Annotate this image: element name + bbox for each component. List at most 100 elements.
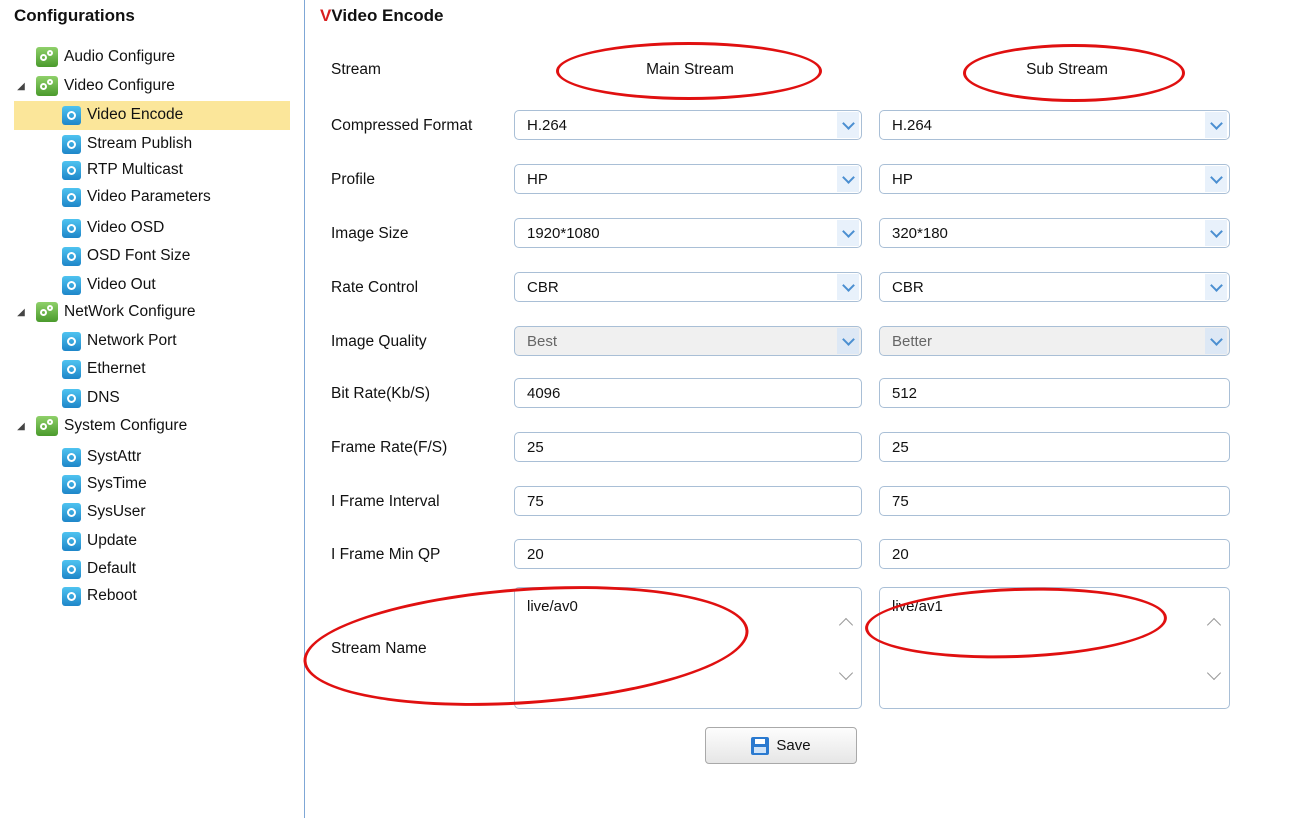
sidebar-item-dns[interactable]: DNS: [62, 385, 120, 411]
sidebar-item-network-port[interactable]: Network Port: [62, 328, 177, 354]
sidebar-item-stream-publish[interactable]: Stream Publish: [62, 131, 192, 157]
gear-icon: [62, 531, 81, 551]
gear-icon: [62, 474, 81, 494]
i-frame-min-qp-label: I Frame Min QP: [331, 546, 441, 563]
expand-arrow-icon[interactable]: ◢: [14, 81, 28, 92]
input-value: 75: [892, 492, 909, 510]
sidebar-item-label: Video Parameters: [87, 188, 211, 205]
sidebar-item-system-configure[interactable]: ◢ System Configure: [14, 413, 187, 439]
gear-icon: [62, 447, 81, 467]
sub-image-size-select[interactable]: 320*180: [879, 218, 1230, 248]
chevron-down-icon[interactable]: [1205, 220, 1227, 246]
sub-frame-rate-input[interactable]: 25: [879, 432, 1230, 462]
sidebar-item-label: SysTime: [87, 475, 147, 492]
main-i-frame-interval-input[interactable]: 75: [514, 486, 862, 516]
scroll-down-icon[interactable]: [1206, 665, 1222, 681]
chevron-down-icon[interactable]: [1205, 166, 1227, 192]
scroll-up-icon[interactable]: [1206, 617, 1222, 633]
compressed-format-label: Compressed Format: [331, 117, 473, 134]
chevron-down-icon[interactable]: [837, 166, 859, 192]
gear-icon: [62, 187, 81, 207]
chevron-down-icon[interactable]: [1205, 274, 1227, 300]
gear-icon: [62, 586, 81, 606]
main-bit-rate-input[interactable]: 4096: [514, 378, 862, 408]
sidebar-item-label: Audio Configure: [64, 48, 176, 65]
input-value: 20: [892, 545, 909, 563]
main-image-size-select[interactable]: 1920*1080: [514, 218, 862, 248]
main-frame-rate-input[interactable]: 25: [514, 432, 862, 462]
sidebar-item-systime[interactable]: SysTime: [62, 471, 147, 497]
sidebar-item-network-configure[interactable]: ◢ NetWork Configure: [14, 299, 196, 325]
chevron-down-icon: [1205, 328, 1227, 354]
sidebar-item-audio-configure[interactable]: Audio Configure: [36, 44, 175, 70]
sidebar-item-ethernet[interactable]: Ethernet: [62, 356, 146, 382]
scroll-up-icon[interactable]: [838, 617, 854, 633]
sidebar-item-update[interactable]: Update: [62, 528, 137, 554]
main-rate-control-select[interactable]: CBR: [514, 272, 862, 302]
gear-icon: [62, 275, 81, 295]
scroll-down-icon[interactable]: [838, 665, 854, 681]
sidebar: Configurations Audio Configure ◢ Video C…: [0, 0, 300, 818]
sub-stream-name-textarea[interactable]: live/av1: [879, 587, 1230, 709]
gear-icon: [62, 105, 81, 125]
sidebar-item-label: Video OSD: [87, 219, 165, 236]
sidebar-item-label: Update: [87, 532, 137, 549]
chevron-down-icon: [837, 328, 859, 354]
sub-bit-rate-input[interactable]: 512: [879, 378, 1230, 408]
sub-rate-control-select[interactable]: CBR: [879, 272, 1230, 302]
panel-divider: [304, 0, 305, 818]
sub-i-frame-min-qp-input[interactable]: 20: [879, 539, 1230, 569]
sidebar-item-label: Reboot: [87, 587, 137, 604]
sub-stream-header: Sub Stream: [1026, 61, 1108, 78]
select-value: 320*180: [892, 224, 948, 242]
i-frame-interval-label: I Frame Interval: [331, 493, 440, 510]
chevron-down-icon[interactable]: [837, 112, 859, 138]
save-button-label: Save: [776, 737, 811, 754]
main-i-frame-min-qp-input[interactable]: 20: [514, 539, 862, 569]
chevron-down-icon[interactable]: [837, 220, 859, 246]
sidebar-item-video-out[interactable]: Video Out: [62, 272, 156, 298]
sidebar-item-label: SysUser: [87, 503, 146, 520]
main-profile-select[interactable]: HP: [514, 164, 862, 194]
bit-rate-label: Bit Rate(Kb/S): [331, 385, 431, 402]
chevron-down-icon[interactable]: [1205, 112, 1227, 138]
select-value: 1920*1080: [527, 224, 600, 242]
sidebar-item-video-parameters[interactable]: Video Parameters: [62, 184, 211, 210]
sub-profile-select[interactable]: HP: [879, 164, 1230, 194]
sidebar-item-rtp-multicast[interactable]: RTP Multicast: [62, 157, 183, 183]
gear-icon: [62, 502, 81, 522]
main-stream-name-textarea[interactable]: live/av0: [514, 587, 862, 709]
sidebar-item-video-encode[interactable]: Video Encode: [62, 102, 183, 128]
gear-icon: [62, 388, 81, 408]
main-compressed-format-select[interactable]: H.264: [514, 110, 862, 140]
input-value: 20: [527, 545, 544, 563]
select-value: HP: [892, 170, 913, 188]
floppy-disk-icon: [751, 736, 770, 755]
sub-i-frame-interval-input[interactable]: 75: [879, 486, 1230, 516]
select-value: H.264: [892, 116, 933, 134]
gear-icon: [62, 134, 81, 154]
sidebar-item-sysuser[interactable]: SysUser: [62, 499, 146, 525]
sidebar-item-osd-font-size[interactable]: OSD Font Size: [62, 243, 190, 269]
textarea-value: live/av0: [527, 598, 578, 615]
image-quality-label: Image Quality: [331, 333, 427, 350]
sidebar-item-label: Stream Publish: [87, 135, 193, 152]
gear-icon: [62, 559, 81, 579]
save-button[interactable]: Save: [705, 727, 857, 764]
sub-image-quality-select: Better: [879, 326, 1230, 356]
sidebar-item-default[interactable]: Default: [62, 556, 136, 582]
input-value: 25: [892, 438, 909, 456]
expand-arrow-icon[interactable]: ◢: [14, 421, 28, 432]
sidebar-item-systattr[interactable]: SystAttr: [62, 444, 141, 470]
sidebar-item-video-configure[interactable]: ◢ Video Configure: [14, 73, 175, 99]
sidebar-item-label: NetWork Configure: [64, 303, 196, 320]
select-value: CBR: [892, 278, 924, 296]
sub-compressed-format-select[interactable]: H.264: [879, 110, 1230, 140]
frame-rate-label: Frame Rate(F/S): [331, 439, 448, 456]
sidebar-item-reboot[interactable]: Reboot: [62, 583, 137, 609]
input-value: 75: [527, 492, 544, 510]
select-value: CBR: [527, 278, 559, 296]
expand-arrow-icon[interactable]: ◢: [14, 307, 28, 318]
chevron-down-icon[interactable]: [837, 274, 859, 300]
sidebar-item-video-osd[interactable]: Video OSD: [62, 215, 164, 241]
